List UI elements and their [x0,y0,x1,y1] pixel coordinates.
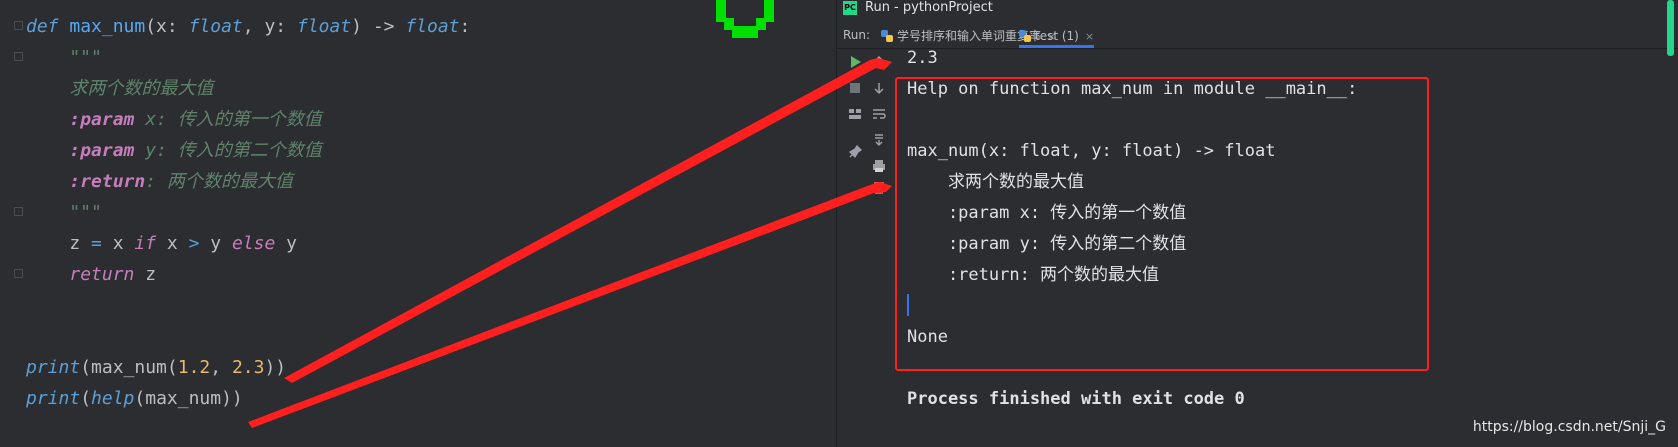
code-line: :return: 两个数的最大值 [26,170,293,194]
code-token: (max_num( [80,357,178,378]
run-tab-bar: Run: 学号排序和输入单词重复率 × test (1) × [837,24,1678,49]
code-token: 求两个数的最大值 [26,78,214,99]
code-token: help [91,388,135,409]
code-token: > [188,233,200,254]
code-token: z [26,233,92,254]
code-token: max_num [69,16,146,37]
fold-marker-icon[interactable] [14,52,23,61]
code-token: return [69,264,135,285]
code-token: float [405,16,460,37]
code-line: 求两个数的最大值 [26,77,213,101]
code-token: y: 传入的第二个数值 [134,140,322,161]
code-line: print(max_num(1.2, 2.3)) [26,356,286,380]
code-token: x: 传入的第一个数值 [134,109,322,130]
rerun-icon[interactable] [847,54,863,70]
fold-marker-icon[interactable] [14,207,23,216]
code-token: 2.3 [231,357,265,378]
run-window-title: Run - pythonProject [865,0,993,15]
green-logo-fragment-icon [716,0,774,38]
run-toolbar [837,50,886,250]
code-line: :param y: 传入的第二个数值 [26,139,322,163]
code-line: :param x: 传入的第一个数值 [26,108,322,132]
delete-icon[interactable] [871,180,887,196]
code-token: x [156,233,189,254]
code-token: """ [26,47,102,68]
tab-test-1[interactable]: test (1) × [1019,24,1095,48]
code-token: , y: [242,16,297,37]
python-file-icon [881,30,893,42]
scroll-down-icon[interactable] [871,80,887,96]
editor-gutter [0,0,20,447]
console-line: Process finished with exit code 0 [907,389,1245,409]
tab-label: test (1) [1035,29,1079,43]
code-line: """ [26,46,102,70]
code-line: z = x if x > y else y [26,232,297,256]
code-token: print [26,388,81,409]
code-token: else [231,233,276,254]
code-token: :return [69,171,146,192]
code-token: ) -> [351,16,406,37]
code-line: return z [26,263,156,287]
layout-icon[interactable] [847,106,863,122]
code-token: 1.2 [177,357,211,378]
python-file-icon [1019,30,1031,42]
pycharm-app-icon: PC [843,1,857,15]
code-token: float [188,16,243,37]
fold-marker-icon[interactable] [14,269,23,278]
code-token: x [101,233,135,254]
fold-marker-icon[interactable] [14,21,23,30]
console-line: 2.3 [907,48,938,68]
code-token: ( [80,388,92,409]
code-token: : [459,16,471,37]
code-line: def max_num(x: float, y: float) -> float… [26,15,470,39]
code-token: :param [69,140,135,161]
code-token: (x: [145,16,189,37]
code-token: )) [264,357,287,378]
code-token: def [26,16,70,37]
code-token: print [26,357,81,378]
pin-icon[interactable] [847,144,863,160]
code-token: :param [69,109,135,130]
run-title-bar: PC Run - pythonProject [837,0,1678,18]
run-tool-window: PC Run - pythonProject Run: 学号排序和输入单词重复率… [836,0,1678,447]
tab-close-icon[interactable]: × [1085,30,1094,43]
code-token: (max_num)) [134,388,243,409]
code-token: , [210,357,232,378]
code-token: float [296,16,352,37]
code-token: : 两个数的最大值 [145,171,293,192]
code-token: y [275,233,297,254]
code-token: y [199,233,232,254]
watermark: https://blog.csdn.net/Snji_G [1472,419,1666,435]
code-token: = [91,233,102,254]
code-token: """ [26,202,102,223]
code-line: """ [26,201,102,225]
code-editor[interactable]: def max_num(x: float, y: float) -> float… [0,0,836,447]
stop-icon[interactable] [847,80,863,96]
soft-wrap-icon[interactable] [871,106,887,122]
scrollbar-thumb[interactable] [1667,0,1674,56]
code-token: z [134,264,157,285]
print-icon[interactable] [871,158,887,174]
scroll-to-end-icon[interactable] [871,132,887,148]
code-line: print(help(max_num)) [26,387,243,411]
scroll-up-icon[interactable] [871,54,887,70]
run-label: Run: [843,28,871,42]
annotation-red-box [895,77,1429,371]
code-token: if [134,233,157,254]
